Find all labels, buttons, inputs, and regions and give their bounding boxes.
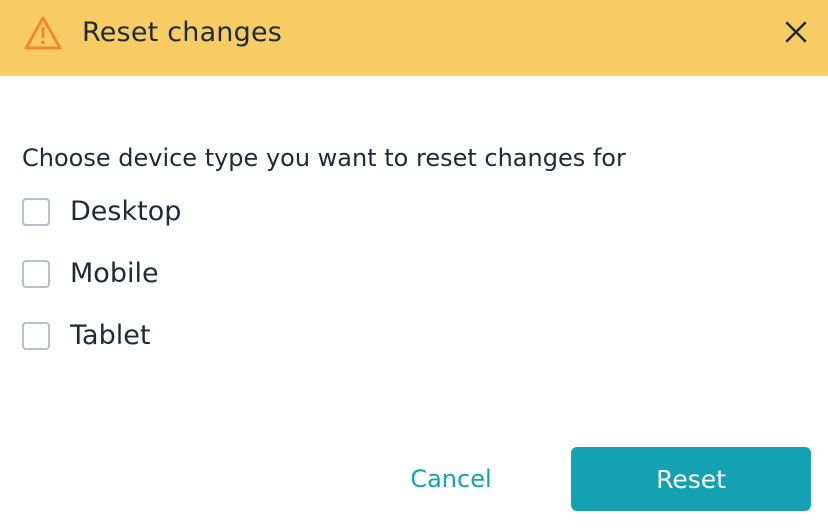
- tablet-checkbox[interactable]: [22, 322, 50, 350]
- mobile-checkbox[interactable]: [22, 260, 50, 288]
- dialog-header: Reset changes: [0, 0, 828, 76]
- cancel-button[interactable]: Cancel: [388, 448, 514, 510]
- option-desktop[interactable]: Desktop: [22, 194, 181, 230]
- device-type-prompt: Choose device type you want to reset cha…: [22, 144, 626, 172]
- dialog-title: Reset changes: [82, 17, 283, 48]
- option-label: Mobile: [70, 258, 159, 289]
- desktop-checkbox[interactable]: [22, 198, 50, 226]
- close-icon: [784, 20, 808, 48]
- reset-changes-dialog: Reset changes Choose device type you wan…: [0, 0, 828, 528]
- option-label: Desktop: [70, 196, 182, 227]
- option-mobile[interactable]: Mobile: [22, 256, 159, 292]
- option-label: Tablet: [70, 320, 151, 351]
- reset-button[interactable]: Reset: [571, 447, 811, 511]
- close-button[interactable]: [778, 16, 814, 52]
- option-tablet[interactable]: Tablet: [22, 318, 150, 354]
- warning-triangle-icon: [23, 15, 63, 51]
